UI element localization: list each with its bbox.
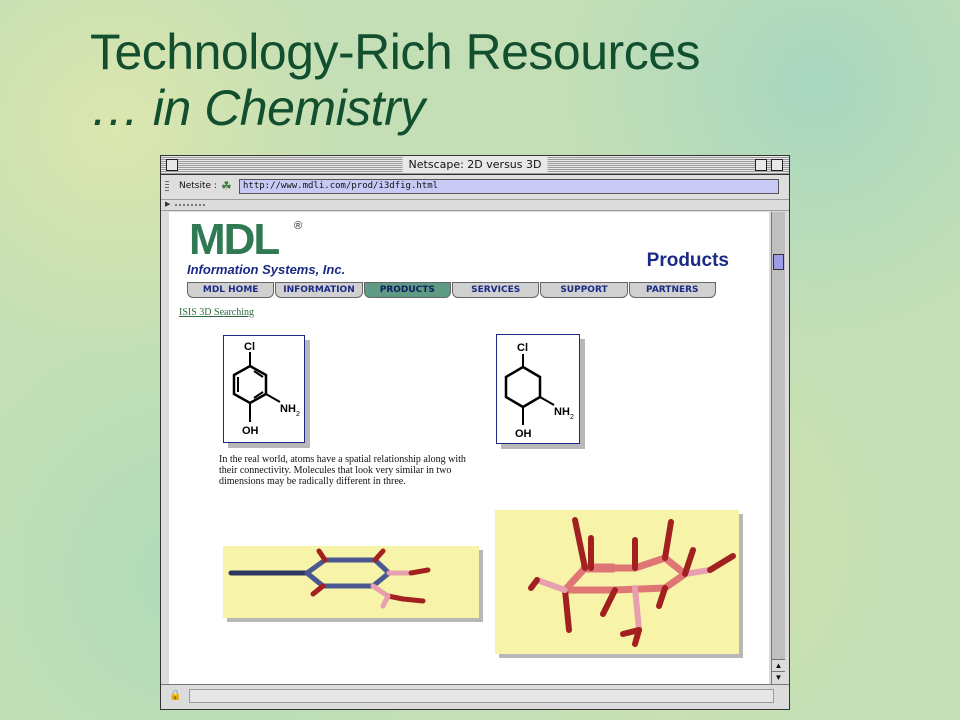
netsite-proxy-icon[interactable]: ☘ bbox=[221, 179, 235, 193]
slide-title: Technology-Rich Resources … in Chemistry bbox=[90, 24, 701, 136]
structure-label-right: NH bbox=[554, 406, 570, 418]
mdl-logo[interactable]: MDL bbox=[189, 218, 280, 262]
structure-label-top: Cl bbox=[517, 342, 528, 354]
zoom-box[interactable] bbox=[755, 159, 767, 171]
structure-label-bottom: OH bbox=[515, 428, 532, 440]
close-box[interactable] bbox=[166, 159, 178, 171]
aromatic-ring-drawing: Cl NH 2 OH bbox=[232, 341, 300, 437]
explanation-paragraph: In the real world, atoms have a spatial … bbox=[219, 454, 466, 487]
window-titlebar[interactable]: Netscape: 2D versus 3D bbox=[161, 156, 789, 175]
status-bar: 🔒 bbox=[161, 684, 789, 709]
render-3d-aromatic bbox=[223, 546, 479, 618]
location-bar: Netsite : ☘ http://www.mdli.com/prod/i3d… bbox=[161, 175, 789, 200]
nav-tab-services[interactable]: SERVICES bbox=[451, 282, 540, 298]
disclosure-triangle-icon[interactable]: ▶ bbox=[165, 200, 170, 210]
structure-label-right: NH bbox=[280, 403, 296, 415]
nav-bar: MDL HOME INFORMATION PRODUCTS SERVICES S… bbox=[187, 282, 717, 298]
isis-3d-searching-link[interactable]: ISIS 3D Searching bbox=[179, 307, 254, 318]
structure-2d-cyclohexane: Cl NH 2 OH bbox=[496, 334, 580, 444]
nav-tab-partners[interactable]: PARTNERS bbox=[628, 282, 716, 298]
toolbar-grip[interactable] bbox=[175, 204, 205, 206]
nav-tab-products[interactable]: PRODUCTS bbox=[363, 282, 451, 298]
status-field bbox=[189, 689, 774, 703]
flat-molecule-render bbox=[228, 548, 431, 609]
window-title: Netscape: 2D versus 3D bbox=[402, 157, 548, 172]
cyclohexane-ring-drawing: Cl NH 2 OH bbox=[504, 342, 574, 440]
section-heading: Products bbox=[646, 250, 729, 271]
lock-icon[interactable]: 🔒 bbox=[169, 690, 181, 702]
vertical-scrollbar[interactable]: ▲ ▼ bbox=[771, 212, 785, 684]
structure-2d-aromatic: Cl NH 2 OH bbox=[223, 335, 305, 443]
toolbar-grip[interactable] bbox=[165, 181, 169, 193]
nav-tab-mdl-home[interactable]: MDL HOME bbox=[187, 282, 275, 298]
personal-toolbar: ▶ bbox=[161, 200, 789, 211]
netsite-label: Netsite : bbox=[179, 181, 217, 191]
structure-label-right-subscript: 2 bbox=[570, 414, 574, 421]
slide-title-line1: Technology-Rich Resources bbox=[90, 24, 701, 80]
nav-tab-information[interactable]: INFORMATION bbox=[275, 282, 363, 298]
browser-window: Netscape: 2D versus 3D Netsite : ☘ http:… bbox=[160, 155, 790, 710]
render-3d-cyclohexane bbox=[495, 510, 739, 654]
nav-tab-support[interactable]: SUPPORT bbox=[540, 282, 628, 298]
scroll-thumb[interactable] bbox=[773, 254, 784, 270]
slide-title-line2: … in Chemistry bbox=[90, 80, 425, 136]
structure-label-top: Cl bbox=[244, 341, 255, 353]
scroll-down-arrow-icon[interactable]: ▼ bbox=[772, 671, 785, 684]
structure-label-bottom: OH bbox=[242, 425, 259, 437]
structure-label-right-subscript: 2 bbox=[296, 411, 300, 418]
company-name: Information Systems, Inc. bbox=[187, 262, 346, 277]
page-content: MDL ® Information Systems, Inc. Products… bbox=[169, 212, 769, 684]
chair-molecule-render bbox=[528, 517, 736, 647]
registered-mark: ® bbox=[294, 220, 303, 232]
url-field[interactable]: http://www.mdli.com/prod/i3dfig.html bbox=[239, 179, 779, 194]
collapse-box[interactable] bbox=[771, 159, 783, 171]
